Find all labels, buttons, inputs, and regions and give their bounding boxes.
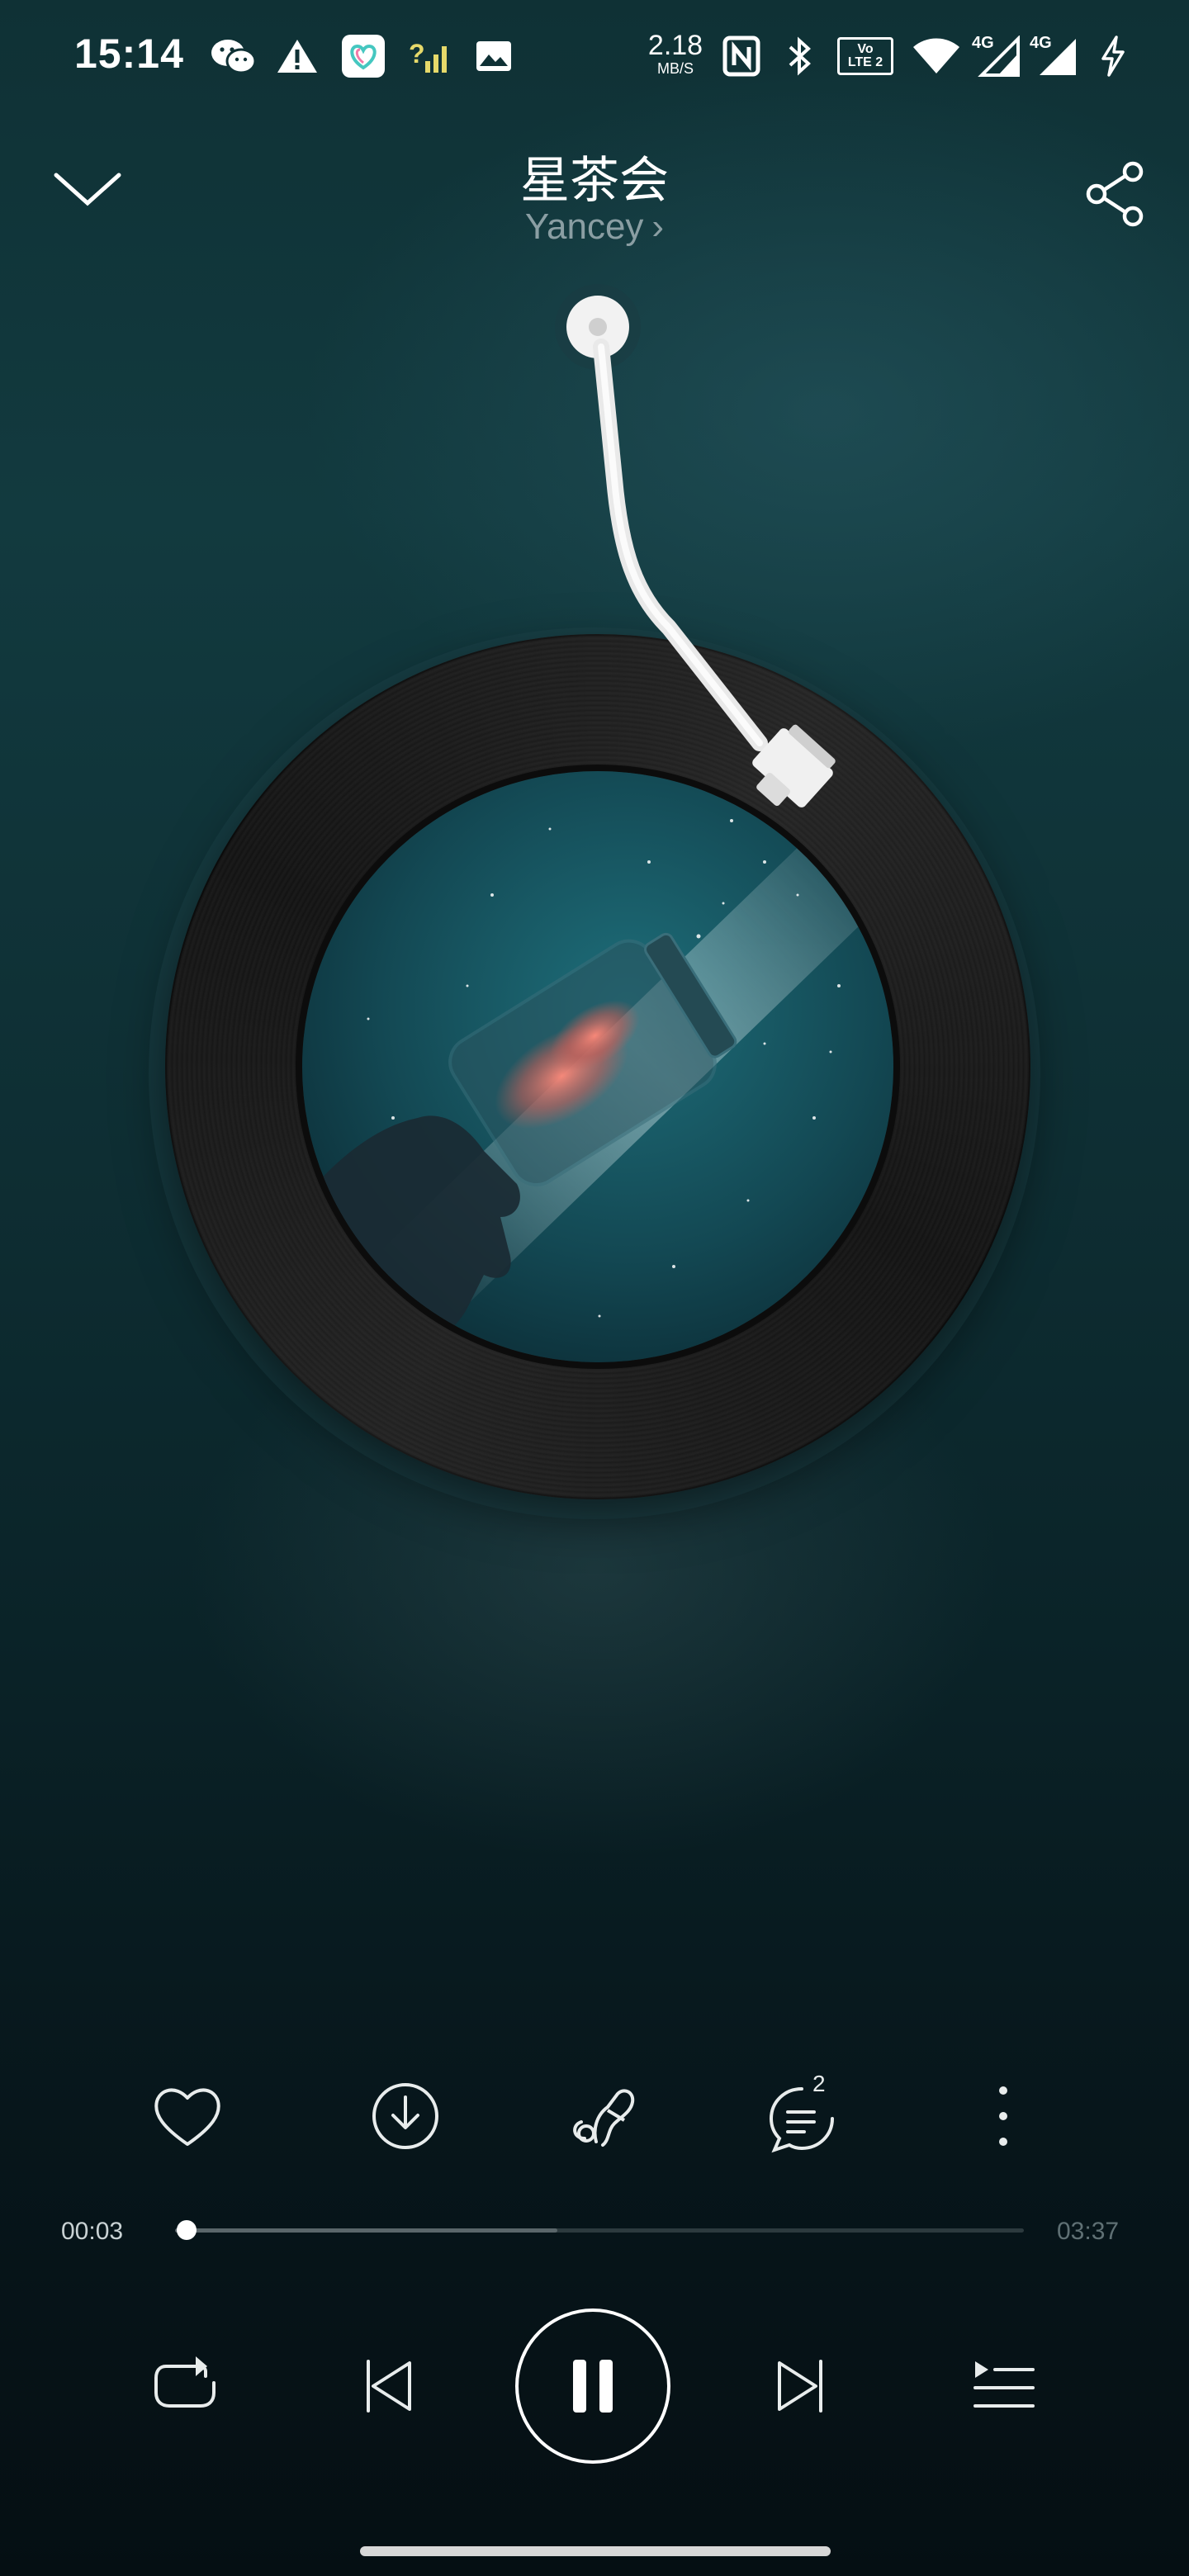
pause-button[interactable] bbox=[515, 2308, 670, 2464]
bluetooth-icon bbox=[779, 33, 821, 79]
heart-icon bbox=[154, 2088, 220, 2146]
sound-effects-button[interactable] bbox=[558, 2071, 649, 2162]
playlist-button[interactable] bbox=[955, 2337, 1054, 2436]
chevron-right-icon: › bbox=[651, 206, 665, 247]
download-icon bbox=[372, 2083, 438, 2149]
next-button[interactable] bbox=[751, 2337, 850, 2436]
net-speed-unit: MB/S bbox=[656, 60, 694, 77]
nfc-icon bbox=[720, 33, 763, 79]
progress-handle[interactable] bbox=[177, 2220, 197, 2240]
pause-icon bbox=[573, 2360, 613, 2413]
artist-link[interactable]: Yancey › bbox=[0, 206, 1189, 248]
previous-button[interactable] bbox=[339, 2337, 438, 2436]
repeat-button[interactable] bbox=[135, 2337, 234, 2436]
previous-icon bbox=[367, 2360, 411, 2413]
wechat-icon bbox=[206, 33, 259, 79]
charging-icon bbox=[1095, 33, 1131, 79]
playlist-icon bbox=[973, 2361, 1035, 2408]
song-title: 星茶会 bbox=[520, 153, 669, 208]
status-bar: 15:14 ? 2.18 MB/S Vo LTE 2 4G 4G bbox=[0, 0, 1189, 116]
warning-icon bbox=[272, 33, 322, 79]
signal-2-label: 4G bbox=[1030, 34, 1052, 52]
download-button[interactable] bbox=[360, 2071, 451, 2162]
comments-button[interactable]: 2 bbox=[756, 2071, 847, 2162]
signal-1-label: 4G bbox=[972, 34, 994, 52]
next-icon bbox=[778, 2360, 822, 2413]
total-time: 03:37 bbox=[1057, 2218, 1120, 2245]
repeat-icon bbox=[154, 2356, 216, 2408]
progress-buffered bbox=[175, 2228, 557, 2233]
wifi-icon bbox=[910, 33, 963, 79]
comments-count: 2 bbox=[812, 2071, 826, 2096]
comments-icon bbox=[769, 2087, 834, 2153]
home-indicator[interactable] bbox=[360, 2546, 831, 2556]
svg-text:?: ? bbox=[409, 39, 425, 69]
album-art-image bbox=[302, 771, 893, 1362]
signal-icon: 4G bbox=[971, 33, 1021, 79]
more-icon bbox=[999, 2086, 1007, 2146]
net-speed: 2.18 MB/S bbox=[641, 31, 710, 76]
effects-icon bbox=[573, 2089, 635, 2147]
app-heart-icon bbox=[339, 33, 388, 79]
net-speed-value: 2.18 bbox=[647, 30, 703, 61]
more-button[interactable] bbox=[958, 2071, 1049, 2162]
tonearm bbox=[555, 284, 836, 807]
share-icon bbox=[1086, 161, 1144, 227]
share-button[interactable] bbox=[1073, 157, 1156, 231]
artist-name: Yancey bbox=[524, 206, 644, 247]
like-button[interactable] bbox=[142, 2071, 233, 2162]
signal-icon: 4G bbox=[1029, 33, 1078, 79]
signal-question-icon: ? bbox=[405, 33, 454, 79]
volte-label-top: Vo bbox=[857, 42, 874, 56]
album-cover[interactable] bbox=[302, 771, 893, 1362]
status-time: 15:14 bbox=[74, 31, 184, 77]
current-time: 00:03 bbox=[61, 2218, 124, 2245]
volte-label-bottom: LTE 2 bbox=[847, 55, 883, 69]
gallery-icon bbox=[471, 33, 517, 79]
volte-icon: Vo LTE 2 bbox=[836, 33, 895, 79]
